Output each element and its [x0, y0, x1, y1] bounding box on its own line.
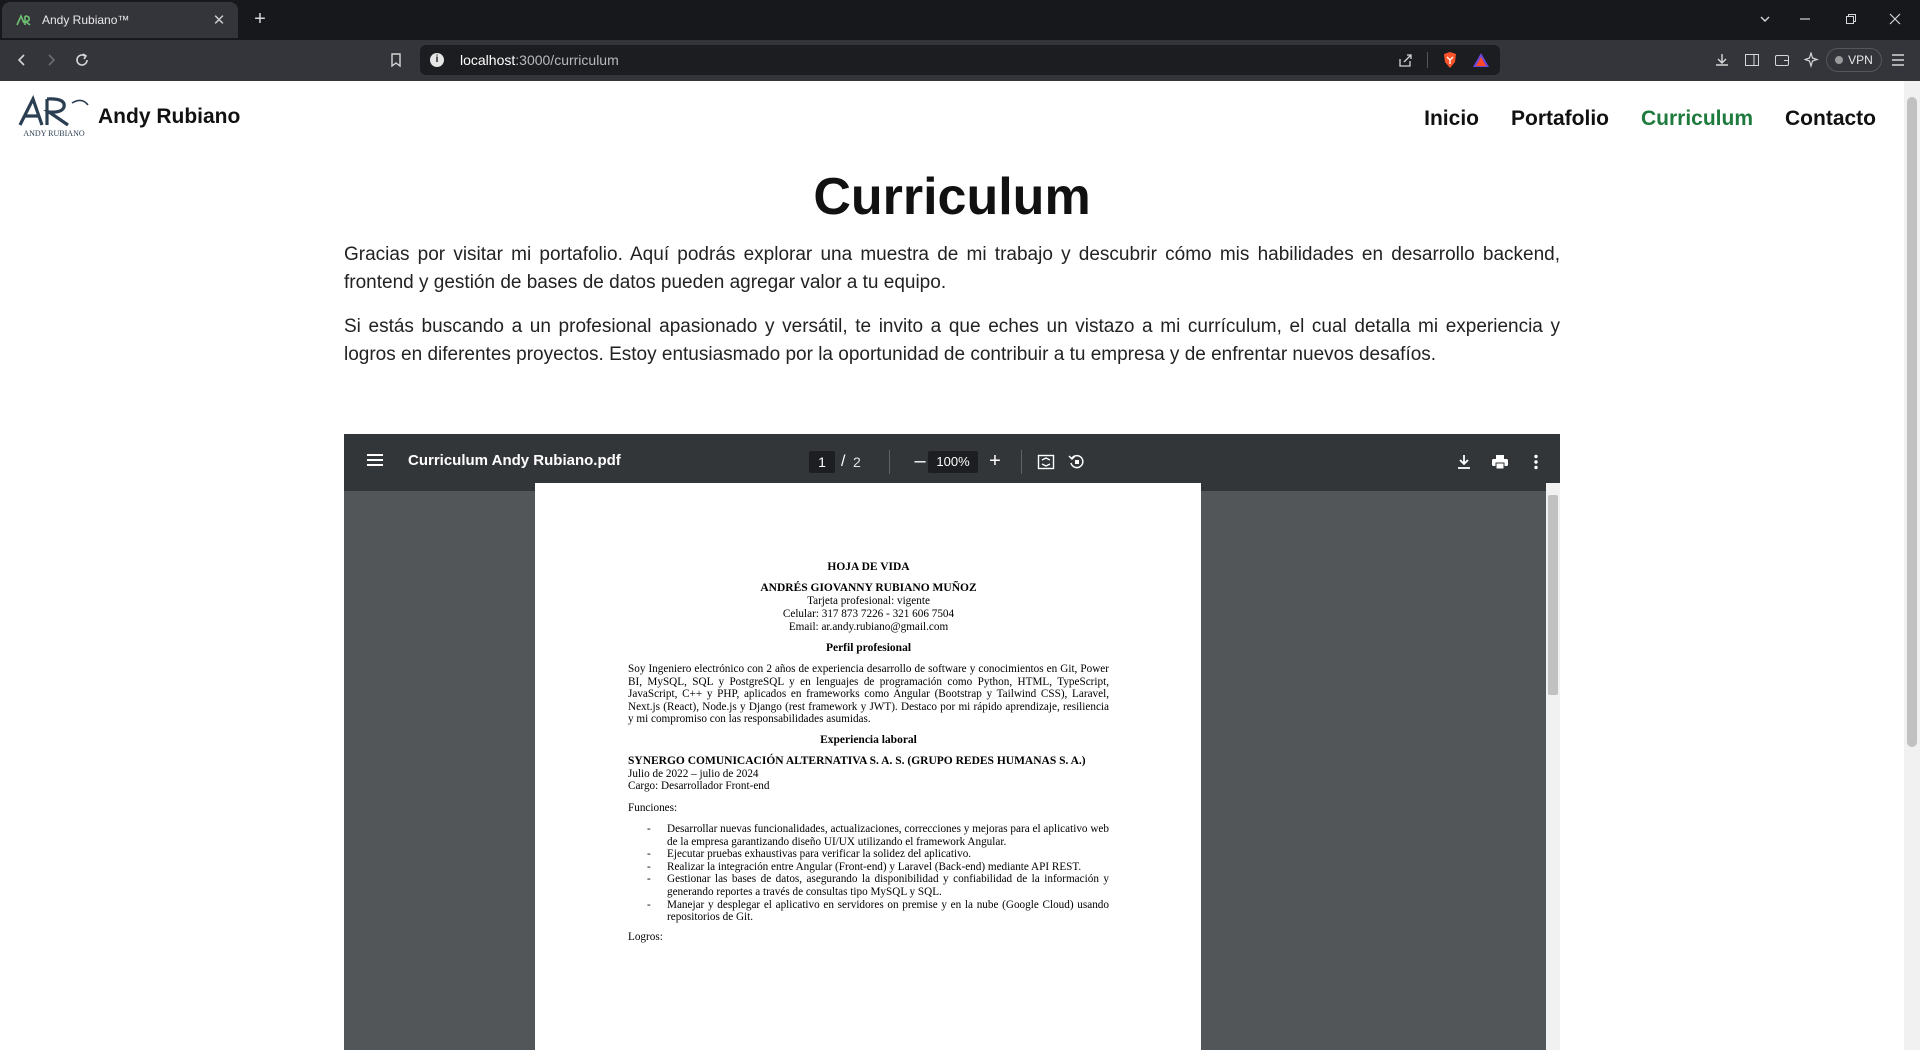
back-icon[interactable]	[10, 48, 34, 72]
new-tab-button[interactable]: +	[248, 8, 272, 32]
close-tab-icon[interactable]: ✕	[210, 11, 228, 29]
doc-profile-heading: Perfil profesional	[825, 642, 912, 654]
pdf-toolbar-divider	[889, 450, 890, 474]
brand-link[interactable]: ANDY RUBIANO Andy Rubiano	[16, 95, 240, 139]
brave-rewards-icon[interactable]	[1472, 52, 1490, 68]
doc-period: Julio de 2022 – julio de 2024	[628, 768, 759, 780]
pdf-toolbar-divider	[1021, 450, 1022, 474]
bookmark-icon[interactable]	[384, 48, 408, 72]
page-scrollbar-thumb[interactable]	[1907, 97, 1917, 747]
zoom-in-button[interactable]: +	[982, 448, 1008, 474]
pdf-more-options-icon[interactable]	[1525, 451, 1547, 473]
brand-name: Andy Rubiano	[98, 105, 241, 128]
nav-link-portafolio[interactable]: Portafolio	[1511, 107, 1609, 131]
page-title: Curriculum	[813, 168, 1091, 226]
forward-icon[interactable]	[39, 48, 63, 72]
intro-paragraph-2: Si estás buscando a un profesional apasi…	[344, 316, 1560, 365]
address-divider	[1427, 52, 1428, 68]
pdf-page: HOJA DE VIDA ANDRÉS GIOVANNY RUBIANO MUÑ…	[535, 483, 1201, 1050]
url-text: localhost:3000/curriculum	[460, 52, 619, 68]
tab-title: Andy Rubiano™	[42, 13, 130, 27]
doc-functions-list: - Desarrollar nuevas funcionalidades, act…	[628, 823, 1109, 924]
doc-heading: HOJA DE VIDA	[827, 561, 910, 573]
vpn-button[interactable]: VPN	[1826, 48, 1882, 72]
doc-profile-text: Soy Ingeniero electrónico con 2 años de …	[628, 663, 1109, 726]
list-item: - Desarrollar nuevas funcionalidades, act…	[647, 823, 1109, 848]
site-header: ANDY RUBIANO Andy Rubiano Inicio Portafo…	[0, 81, 1904, 157]
pdf-filename: Curriculum Andy Rubiano.pdf	[408, 452, 621, 469]
pdf-page-input[interactable]: 1	[809, 451, 835, 473]
site-favicon-icon	[16, 14, 32, 26]
rotate-icon[interactable]	[1066, 451, 1088, 473]
menu-icon[interactable]	[1886, 48, 1910, 72]
browser-tab-bar: Andy Rubiano™ ✕ +	[0, 0, 1920, 40]
brand-logo-icon: ANDY RUBIANO	[18, 95, 89, 138]
pdf-scrollbar[interactable]	[1546, 483, 1560, 1050]
doc-role: Cargo: Desarrollador Front-end	[628, 780, 770, 792]
nav-link-contacto[interactable]: Contacto	[1785, 107, 1876, 131]
tab-search-chevron-icon[interactable]	[1750, 8, 1780, 32]
pdf-total-pages: 2	[853, 454, 861, 470]
doc-email: Email: ar.andy.rubiano@gmail.com	[788, 621, 949, 633]
close-window-icon[interactable]	[1880, 8, 1910, 32]
list-item: - Manejar y desplegar el aplicativo en se…	[647, 898, 1109, 924]
site-info-icon[interactable]: i	[430, 53, 444, 67]
web-page: ANDY RUBIANO Andy Rubiano Inicio Portafo…	[0, 81, 1904, 1050]
pdf-print-icon[interactable]	[1489, 451, 1511, 473]
wallet-icon[interactable]	[1770, 48, 1794, 72]
browser-toolbar: i localhost:3000/curriculum VPN	[0, 40, 1920, 81]
list-item: - Realizar la integración entre Angular (…	[647, 860, 1082, 873]
vpn-status-icon	[1835, 56, 1844, 64]
doc-professional-card: Tarjeta profesional: vigente	[807, 595, 930, 607]
list-item: - Gestionar las bases de datos, asegurand…	[647, 873, 1109, 898]
downloads-icon[interactable]	[1710, 48, 1734, 72]
doc-functions-label: Funciones:	[628, 802, 678, 814]
doc-company: SYNERGO COMUNICACIÓN ALTERNATIVA S. A. S…	[628, 755, 1086, 767]
doc-name: ANDRÉS GIOVANNY RUBIANO MUÑOZ	[760, 582, 977, 594]
intro-paragraph-1: Gracias por visitar mi portafolio. Aquí …	[344, 244, 1560, 293]
share-icon[interactable]	[1398, 53, 1413, 68]
main-nav: Inicio Portafolio Curriculum Contacto	[1424, 107, 1876, 131]
address-bar[interactable]: i localhost:3000/curriculum	[420, 45, 1500, 75]
list-item: - Ejecutar pruebas exhaustivas para verif…	[647, 848, 972, 861]
nav-link-curriculum[interactable]: Curriculum	[1641, 107, 1753, 131]
doc-achievements-label: Logros:	[628, 931, 663, 943]
fit-page-icon[interactable]	[1035, 451, 1057, 473]
pdf-download-icon[interactable]	[1453, 451, 1475, 473]
nav-link-inicio[interactable]: Inicio	[1424, 107, 1479, 131]
leo-ai-icon[interactable]	[1800, 48, 1824, 72]
brave-shields-icon[interactable]	[1442, 51, 1458, 69]
reload-icon[interactable]	[70, 48, 94, 72]
pdf-outline-menu-icon[interactable]	[366, 453, 384, 472]
sidebar-icon[interactable]	[1740, 48, 1764, 72]
doc-experience-heading: Experiencia laboral	[820, 734, 917, 746]
pdf-viewer[interactable]: Curriculum Andy Rubiano.pdf 1 / 2 – 100%…	[344, 434, 1560, 1050]
svg-text:ANDY RUBIANO: ANDY RUBIANO	[23, 129, 84, 138]
browser-tab[interactable]: Andy Rubiano™ ✕	[2, 2, 238, 38]
doc-phone: Celular: 317 873 7226 - 321 606 7504	[782, 608, 955, 620]
page-scrollbar[interactable]	[1904, 81, 1920, 1050]
minimize-icon[interactable]	[1790, 8, 1820, 32]
zoom-level-input[interactable]: 100%	[928, 451, 978, 473]
pdf-scrollbar-thumb[interactable]	[1548, 495, 1558, 695]
restore-icon[interactable]	[1836, 8, 1866, 32]
pdf-page-separator: /	[841, 453, 846, 470]
